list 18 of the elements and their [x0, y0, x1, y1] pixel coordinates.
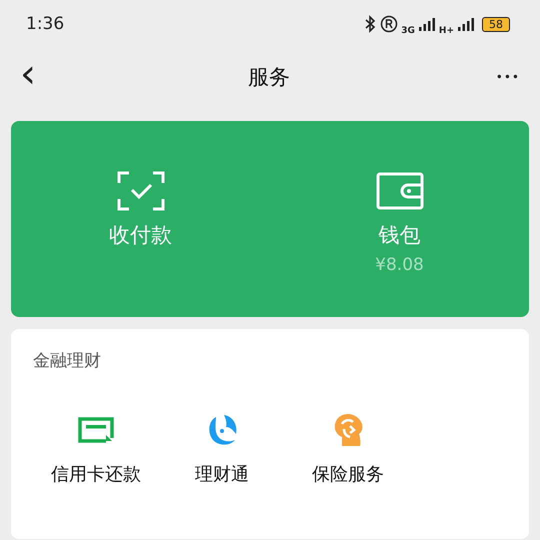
registered-icon	[380, 15, 398, 33]
service-item[interactable]: 信用卡还款	[33, 412, 159, 486]
service-item[interactable]: 保险服务	[285, 412, 411, 486]
wallet-icon	[376, 171, 424, 211]
network-label: H+	[438, 26, 454, 36]
bluetooth-icon	[363, 15, 378, 33]
battery-indicator: 58	[482, 16, 510, 32]
signal-icon	[457, 17, 475, 31]
more-button[interactable]: •••	[496, 70, 520, 84]
wallet-balance: ¥8.08	[375, 255, 424, 275]
page-title: 服务	[248, 64, 290, 91]
back-button[interactable]: ‹	[14, 54, 42, 94]
status-time: 1:36	[26, 14, 64, 34]
network-label: 3G	[401, 26, 415, 36]
service-item[interactable]: 理财通	[159, 412, 285, 486]
scan-check-icon	[116, 171, 164, 211]
signal-icon	[418, 17, 436, 31]
section-title: 金融理财	[33, 350, 102, 372]
